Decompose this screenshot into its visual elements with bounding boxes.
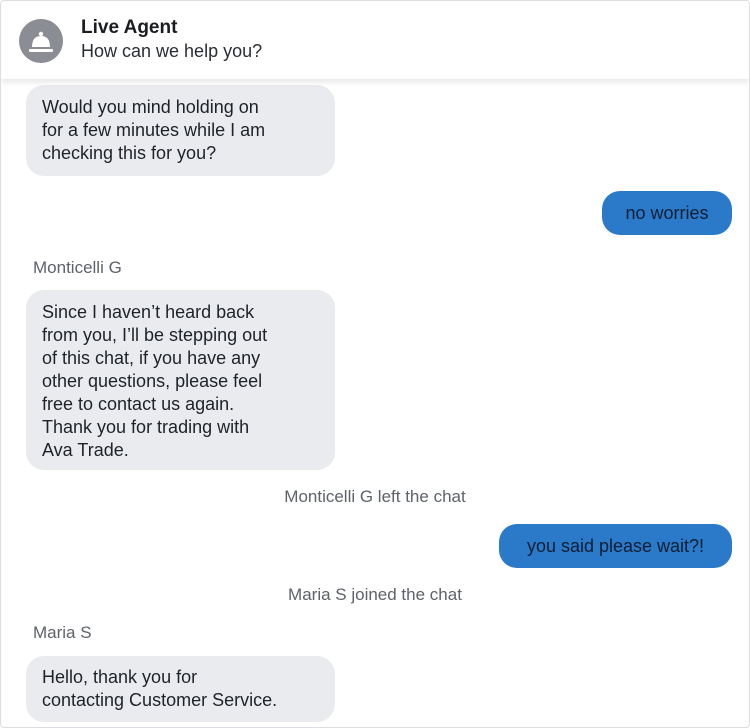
message-line: Hello, thank you for: [42, 667, 198, 687]
agent-message: Since I haven’t heard back from you, I’l…: [26, 290, 335, 470]
sender-name: Maria S: [33, 623, 92, 642]
user-message: no worries: [602, 191, 732, 235]
message-line: free to contact us again.: [42, 394, 235, 414]
message-line: from you, I’ll be stepping out: [42, 325, 268, 345]
message-line: other questions, please feel: [42, 371, 263, 391]
system-notice: Maria S joined the chat: [288, 585, 462, 604]
chat-window: Live Agent How can we help you? Would yo…: [0, 0, 750, 728]
message-line: checking this for you?: [42, 143, 217, 163]
user-message: you said please wait?!: [499, 524, 732, 568]
message-line: Would you mind holding on: [42, 97, 259, 117]
system-notice: Monticelli G left the chat: [284, 487, 466, 506]
chat-title: Live Agent: [81, 17, 178, 38]
message-line: Thank you for trading with: [42, 417, 250, 437]
chat-header: Live Agent How can we help you?: [1, 1, 749, 79]
agent-message: Hello, thank you for contacting Customer…: [26, 656, 335, 722]
bell-icon: [19, 19, 63, 63]
chat-subtitle: How can we help you?: [81, 41, 263, 61]
message-line: of this chat, if you have any: [42, 348, 261, 368]
message-text: you said please wait?!: [526, 536, 705, 556]
message-line: for a few minutes while I am: [42, 120, 266, 140]
message-text: no worries: [625, 203, 709, 223]
agent-message: Would you mind holding on for a few minu…: [26, 85, 335, 176]
message-line: Since I haven’t heard back: [42, 302, 255, 322]
sender-name: Monticelli G: [33, 258, 122, 277]
message-line: contacting Customer Service.: [42, 690, 278, 710]
message-line: Ava Trade.: [42, 440, 129, 460]
